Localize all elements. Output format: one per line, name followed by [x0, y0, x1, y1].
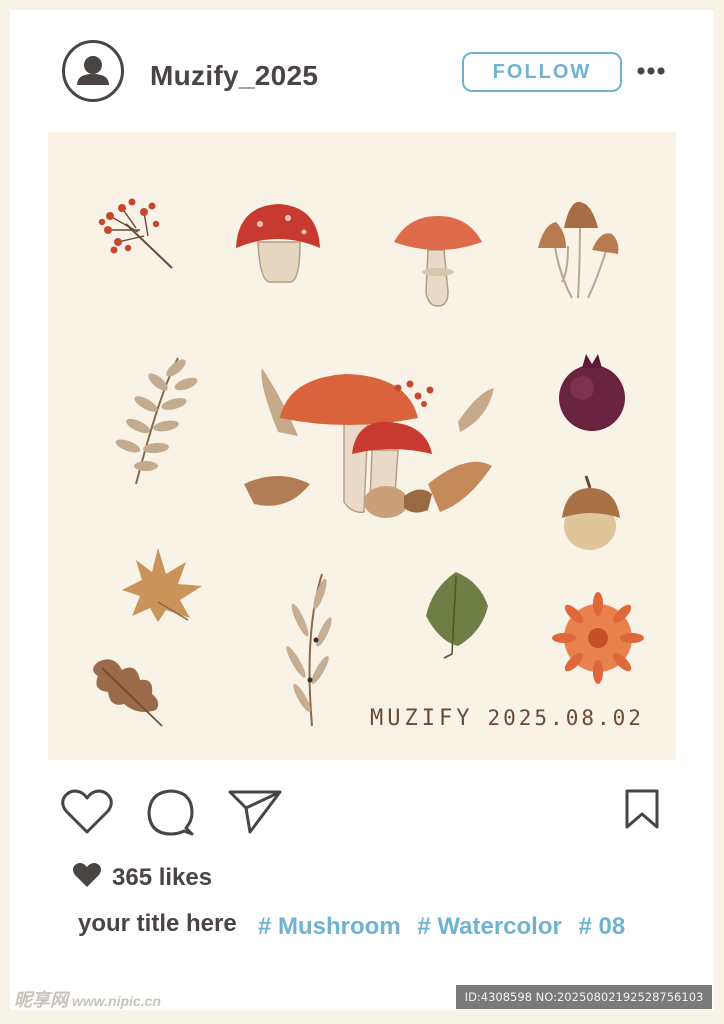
- likes-count: 365 likes: [112, 863, 213, 891]
- pomegranate-illustration: [559, 354, 625, 431]
- hashtag[interactable]: # Mushroom: [258, 913, 401, 940]
- heart-filled-icon: [72, 862, 102, 893]
- willow-sprig-illustration: [286, 573, 332, 727]
- dahlia-flower-illustration: [552, 592, 644, 684]
- follow-button[interactable]: FOLLOW: [462, 52, 622, 92]
- acorn-illustration: [562, 475, 620, 550]
- image-stamp-brand: MUZIFY: [370, 706, 474, 731]
- heart-outline-icon[interactable]: [60, 788, 114, 841]
- maple-leaf-illustration: [122, 548, 202, 622]
- hashtag[interactable]: # 08: [579, 913, 626, 940]
- bookmark-icon[interactable]: [624, 788, 660, 835]
- orange-mushroom-illustration: [394, 216, 482, 307]
- oak-leaf-illustration: [93, 659, 163, 727]
- mushroom-bouquet-illustration: [244, 368, 494, 518]
- paper-plane-icon[interactable]: [228, 788, 282, 841]
- likes-row[interactable]: 365 likes: [72, 862, 212, 893]
- post-caption: your title here: [78, 910, 237, 937]
- image-stamp: MUZIFY 2025.08.02: [370, 706, 644, 731]
- image-id-badge: ID:4308598 NO:20250802192528756103: [456, 985, 712, 1009]
- green-leaf-illustration: [426, 572, 488, 659]
- post-card: Muzify_2025 FOLLOW MUZIFY 2025.08.02 365…: [10, 10, 714, 1010]
- red-mushroom-illustration: [236, 204, 320, 283]
- watermark-url: www.nipic.cn: [72, 993, 161, 1009]
- more-options-icon[interactable]: [636, 62, 666, 80]
- hashtag[interactable]: # Watercolor: [417, 913, 561, 940]
- fern-leaf-illustration: [115, 357, 198, 485]
- user-avatar-icon[interactable]: [62, 40, 124, 102]
- brown-mushroom-cluster-illustration: [538, 201, 619, 299]
- username[interactable]: Muzify_2025: [150, 60, 318, 92]
- site-watermark: 昵享网 www.nipic.cn: [14, 986, 161, 1012]
- berry-sprig-illustration: [98, 198, 173, 269]
- watermark-site: 昵享网: [14, 990, 68, 1010]
- image-stamp-date: 2025.08.02: [487, 706, 644, 730]
- hashtags: # Mushroom # Watercolor # 08: [258, 913, 635, 941]
- post-image[interactable]: MUZIFY 2025.08.02: [48, 132, 676, 760]
- comment-bubble-icon[interactable]: [146, 788, 196, 843]
